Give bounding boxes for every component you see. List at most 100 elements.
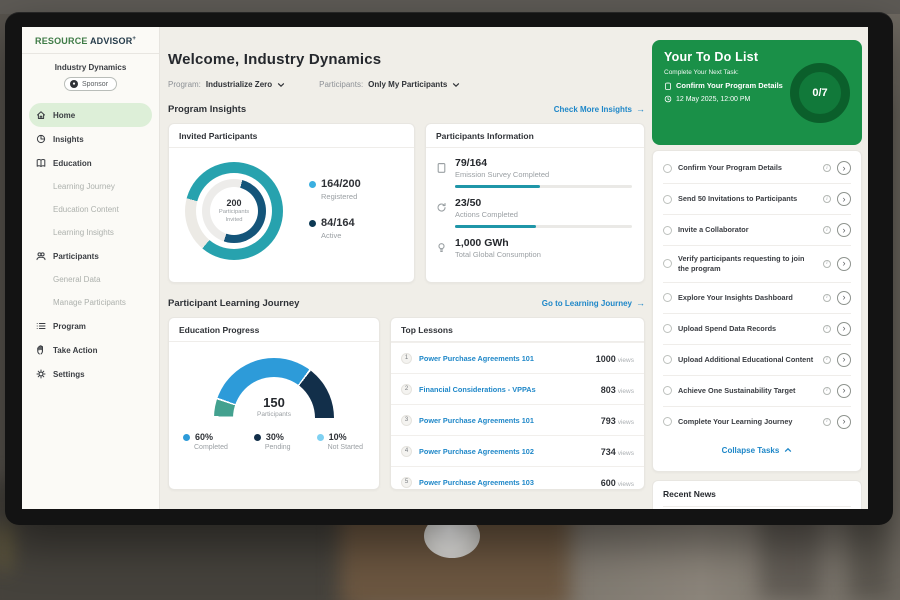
education-progress-card: Education Progress 150 Participants 60% …	[168, 317, 380, 490]
arrow-right-icon: →	[636, 105, 645, 114]
sidebar-item-label: Home	[53, 111, 75, 120]
legend-registered: 164/200 Registered	[309, 178, 361, 201]
logo-divider	[22, 53, 159, 54]
task-checkbox[interactable]	[663, 417, 672, 426]
collapse-tasks-link[interactable]: Collapse Tasks	[663, 437, 851, 455]
chevron-right-icon[interactable]: ›	[837, 384, 851, 398]
legend-label: Completed	[194, 444, 228, 451]
info-icon[interactable]: i	[823, 418, 831, 426]
legend-value: 10%	[329, 432, 347, 442]
info-icon[interactable]: i	[823, 260, 831, 268]
lesson-title-link[interactable]: Financial Considerations - VPPAs	[419, 385, 594, 394]
sidebar-item-learning-insights[interactable]: Learning Insights	[22, 221, 159, 244]
sidebar-item-education[interactable]: Education	[22, 151, 159, 175]
sidebar-item-home[interactable]: Home	[29, 103, 152, 127]
sponsor-icon: ●	[70, 80, 78, 88]
legend-dot	[317, 434, 324, 441]
info-icon[interactable]: i	[823, 226, 831, 234]
link-label: Go to Learning Journey	[542, 299, 632, 308]
top-lessons-card: Top Lessons 1 Power Purchase Agreements …	[390, 317, 645, 490]
lesson-rank: 2	[401, 384, 412, 395]
info-icon[interactable]: i	[823, 387, 831, 395]
info-icon[interactable]: i	[823, 164, 831, 172]
lesson-title-link[interactable]: Power Purchase Agreements 101	[419, 416, 594, 425]
participants-information-card: Participants Information 79/164 Emission…	[425, 123, 645, 283]
program-dropdown-value: Industrialize Zero	[206, 80, 272, 89]
sidebar-item-participants[interactable]: Participants	[22, 244, 159, 268]
chevron-right-icon[interactable]: ›	[837, 223, 851, 237]
sidebar-item-label: Manage Participants	[53, 298, 126, 307]
app-logo: RESOURCE ADVISOR+	[22, 27, 159, 53]
sidebar-item-label: Settings	[53, 370, 85, 379]
program-dropdown[interactable]: Program: Industrialize Zero	[168, 80, 285, 89]
room-highlight-sliver	[0, 525, 8, 570]
arrow-right-icon: →	[636, 299, 645, 308]
invited-donut-inner-ring: 200 Participants Invited	[202, 179, 266, 243]
stat-consumption: 1,000 GWh Total Global Consumption	[426, 228, 644, 259]
task-checkbox[interactable]	[663, 164, 672, 173]
info-icon[interactable]: i	[823, 294, 831, 302]
legend-value: 60%	[195, 432, 213, 442]
sidebar-item-general-data[interactable]: General Data	[22, 268, 159, 291]
chevron-right-icon[interactable]: ›	[837, 257, 851, 271]
info-icon[interactable]: i	[823, 356, 831, 364]
lesson-title-link[interactable]: Power Purchase Agreements 103	[419, 478, 594, 487]
lesson-title-link[interactable]: Power Purchase Agreements 102	[419, 447, 594, 456]
main-content: Welcome, Industry Dynamics Program: Indu…	[168, 27, 645, 490]
donut-center-label: Participants Invited	[214, 209, 254, 224]
task-checkbox[interactable]	[663, 386, 672, 395]
chevron-right-icon[interactable]: ›	[837, 192, 851, 206]
participants-dropdown[interactable]: Participants: Only My Participants	[319, 80, 460, 89]
chevron-right-icon[interactable]: ›	[837, 291, 851, 305]
task-checkbox[interactable]	[663, 195, 672, 204]
check-more-insights-link[interactable]: Check More Insights →	[554, 105, 645, 114]
program-dropdown-label: Program:	[168, 80, 201, 89]
progress-track	[455, 185, 632, 188]
clock-icon	[664, 95, 672, 103]
sidebar-item-label: Program	[53, 322, 86, 331]
sidebar-item-manage-participants[interactable]: Manage Participants	[22, 291, 159, 314]
task-label: Explore Your Insights Dashboard	[678, 293, 817, 303]
info-icon[interactable]: i	[823, 325, 831, 333]
sidebar-item-insights[interactable]: Insights	[22, 127, 159, 151]
participants-icon	[36, 251, 46, 261]
gauge-center-value: 150	[214, 395, 334, 410]
sidebar-item-education-content[interactable]: Education Content	[22, 198, 159, 221]
donut-hole-outer: 200 Participants Invited	[196, 173, 272, 249]
task-label: Verify participants requesting to join t…	[678, 254, 817, 274]
task-label: Invite a Collaborator	[678, 225, 817, 235]
sidebar-item-settings[interactable]: Settings	[22, 362, 159, 386]
sponsor-badge: ● Sponsor	[64, 77, 117, 91]
chevron-right-icon[interactable]: ›	[837, 322, 851, 336]
legend-dot	[254, 434, 261, 441]
chevron-right-icon[interactable]: ›	[837, 353, 851, 367]
task-label: Upload Spend Data Records	[678, 324, 817, 334]
actions-icon	[436, 200, 447, 211]
logo-plus: +	[132, 36, 136, 42]
task-checkbox[interactable]	[663, 324, 672, 333]
lesson-row: 4 Power Purchase Agreements 102 734views	[391, 435, 644, 466]
info-icon[interactable]: i	[823, 195, 831, 203]
lesson-rank: 4	[401, 446, 412, 457]
todo-next-task-label: Confirm Your Program Details	[676, 81, 783, 90]
chevron-down-icon	[452, 81, 460, 89]
lesson-views: 803	[601, 385, 616, 395]
stat-label: Emission Survey Completed	[455, 170, 632, 179]
lesson-title-link[interactable]: Power Purchase Agreements 101	[419, 354, 589, 363]
chevron-right-icon[interactable]: ›	[837, 161, 851, 175]
book-icon	[36, 158, 46, 168]
sidebar-item-program[interactable]: Program	[22, 314, 159, 338]
go-to-learning-journey-link[interactable]: Go to Learning Journey →	[542, 299, 645, 308]
chevron-right-icon[interactable]: ›	[837, 415, 851, 429]
task-checkbox[interactable]	[663, 226, 672, 235]
org-name: Industry Dynamics	[22, 63, 159, 72]
invited-donut-chart: 200 Participants Invited	[185, 162, 283, 260]
hand-icon	[36, 345, 46, 355]
lesson-views-suffix: views	[618, 450, 634, 457]
task-checkbox[interactable]	[663, 355, 672, 364]
sidebar-item-learning-journey[interactable]: Learning Journey	[22, 175, 159, 198]
task-checkbox[interactable]	[663, 293, 672, 302]
sidebar-item-take-action[interactable]: Take Action	[22, 338, 159, 362]
page-title: Welcome, Industry Dynamics	[168, 51, 645, 68]
task-checkbox[interactable]	[663, 259, 672, 268]
